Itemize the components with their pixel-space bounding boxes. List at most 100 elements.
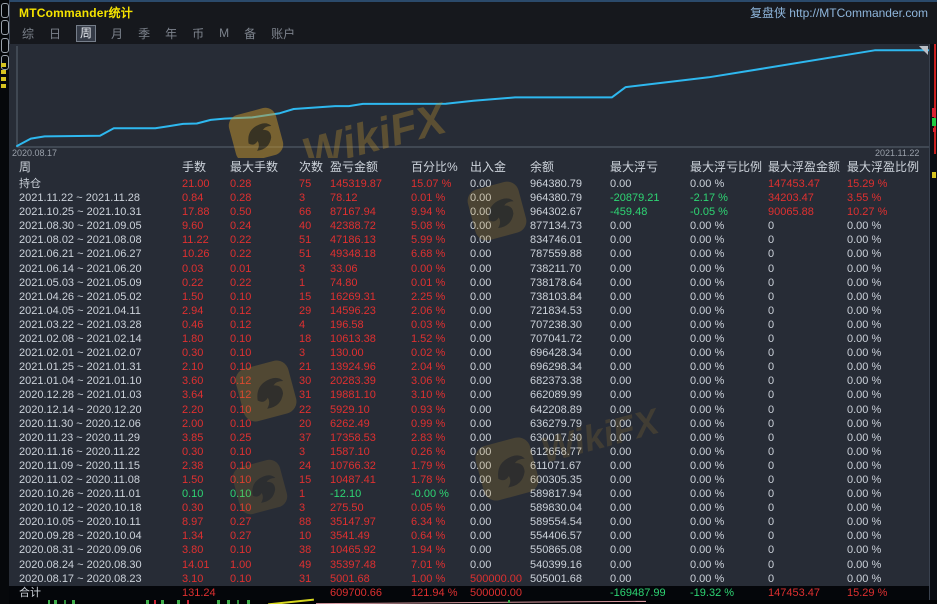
column-header[interactable]: 手数 — [182, 158, 230, 177]
table-cell: 0.10 — [230, 445, 299, 459]
edge-mark — [54, 600, 57, 604]
table-row[interactable]: 2020.09.28 ~ 2020.10.041.340.27103541.49… — [9, 529, 930, 543]
table-cell: 1.50 — [182, 473, 230, 487]
brand-link[interactable]: 复盘侠 http://MTCommander.com — [750, 4, 928, 21]
table-cell: 500000.00 — [470, 572, 530, 586]
chart-scroll-arrow[interactable] — [919, 46, 928, 55]
menu-item-季[interactable]: 季 — [138, 25, 150, 42]
table-row[interactable]: 2020.10.05 ~ 2020.10.118.970.278835147.9… — [9, 515, 930, 529]
menu-item-周[interactable]: 周 — [76, 25, 96, 42]
table-cell: 5929.10 — [330, 403, 411, 417]
edge-mark — [48, 600, 50, 604]
table-row[interactable]: 2020.11.23 ~ 2020.11.293.850.253717358.5… — [9, 431, 930, 445]
table-row[interactable]: 2020.12.28 ~ 2021.01.033.640.123119881.1… — [9, 388, 930, 402]
table-cell: 2020.12.28 ~ 2021.01.03 — [19, 388, 182, 402]
table-row[interactable]: 2021.02.08 ~ 2021.02.141.800.101810613.3… — [9, 332, 930, 346]
table-row[interactable]: 2021.04.05 ~ 2021.04.112.940.122914596.2… — [9, 304, 930, 318]
column-header[interactable]: 次数 — [299, 158, 330, 177]
table-row[interactable]: 2021.01.25 ~ 2021.01.312.100.102113924.9… — [9, 360, 930, 374]
column-header[interactable]: 最大浮盈金额 — [768, 158, 847, 177]
table-row[interactable]: 2021.04.26 ~ 2021.05.021.500.101516269.3… — [9, 290, 930, 304]
table-cell: 0.93 % — [411, 403, 470, 417]
table-row[interactable]: 2020.10.26 ~ 2020.11.010.100.101-12.10-0… — [9, 487, 930, 501]
table-row[interactable]: 2021.11.22 ~ 2021.11.280.840.28378.120.0… — [9, 191, 930, 205]
table-cell: 0.46 — [182, 318, 230, 332]
table-row[interactable]: 2021.06.21 ~ 2021.06.2710.260.225149348.… — [9, 247, 930, 261]
menu-item-M[interactable]: M — [219, 26, 229, 40]
table-cell: 0.12 — [230, 318, 299, 332]
table-row[interactable]: 2020.12.14 ~ 2020.12.202.200.10225929.10… — [9, 403, 930, 417]
menu-item-月[interactable]: 月 — [111, 25, 123, 42]
table-row[interactable]: 2020.11.09 ~ 2020.11.152.380.102410766.3… — [9, 459, 930, 473]
table-row[interactable]: 2020.08.24 ~ 2020.08.3014.011.004935397.… — [9, 558, 930, 572]
table-cell: 0.12 — [230, 304, 299, 318]
table-cell: 0.00 — [610, 403, 690, 417]
table-row[interactable]: 2021.10.25 ~ 2021.10.3117.880.506687167.… — [9, 205, 930, 219]
table-cell: 14.01 — [182, 558, 230, 572]
column-header[interactable]: 周 — [19, 158, 182, 177]
menu-item-日[interactable]: 日 — [49, 25, 61, 42]
table-cell: 90065.88 — [768, 205, 847, 219]
table-cell: 0.00 — [470, 445, 530, 459]
column-header[interactable]: 出入金 — [470, 158, 530, 177]
table-row[interactable]: 2020.11.02 ~ 2020.11.081.500.101510487.4… — [9, 473, 930, 487]
table-row[interactable]: 2020.11.30 ~ 2020.12.062.000.10206262.49… — [9, 417, 930, 431]
edge-mark — [187, 600, 189, 604]
table-cell: 0.10 — [230, 501, 299, 515]
equity-curve-chart: WikiFX 2020.08.17 2021.11.22 — [9, 44, 930, 158]
table-cell: 0.00 % — [690, 529, 768, 543]
menu-item-综[interactable]: 综 — [22, 25, 34, 42]
table-row[interactable]: 2021.08.02 ~ 2021.08.0811.220.225147186.… — [9, 233, 930, 247]
table-cell: 35397.48 — [330, 558, 411, 572]
table-cell: 0.00 % — [847, 572, 927, 586]
column-header[interactable]: 最大浮盈比例 — [847, 158, 927, 177]
table-row[interactable]: 持仓21.000.2875145319.8715.07 %0.00964380.… — [9, 177, 930, 191]
table-row[interactable]: 2020.11.16 ~ 2020.11.220.300.1031587.100… — [9, 445, 930, 459]
table-cell: 589830.04 — [530, 501, 610, 515]
table-row[interactable]: 2021.06.14 ~ 2021.06.200.030.01333.060.0… — [9, 262, 930, 276]
table-cell: 0 — [768, 501, 847, 515]
title-bar[interactable]: MTCommander统计 复盘侠 http://MTCommander.com — [9, 0, 937, 22]
table-cell: 964302.67 — [530, 205, 610, 219]
menu-item-币[interactable]: 币 — [192, 25, 204, 42]
column-header[interactable]: 最大浮亏 — [610, 158, 690, 177]
table-cell: 40 — [299, 219, 330, 233]
column-header[interactable]: 最大手数 — [230, 158, 299, 177]
table-cell: 2021.05.03 ~ 2021.05.09 — [19, 276, 182, 290]
table-row[interactable]: 2020.10.12 ~ 2020.10.180.300.103275.500.… — [9, 501, 930, 515]
table-cell: 147453.47 — [768, 177, 847, 191]
table-cell: 0.00 — [470, 473, 530, 487]
table-cell: 0.00 — [610, 445, 690, 459]
table-total-row[interactable]: 合计131.24609700.66121.94 %500000.00-16948… — [9, 586, 930, 601]
menu-item-备[interactable]: 备 — [244, 25, 256, 42]
table-cell: 47186.13 — [330, 233, 411, 247]
column-header[interactable]: 最大浮亏比例 — [690, 158, 768, 177]
column-header[interactable]: 余额 — [530, 158, 610, 177]
table-cell: 738103.84 — [530, 290, 610, 304]
column-header[interactable]: 百分比% — [411, 158, 470, 177]
menu-item-账户[interactable]: 账户 — [271, 25, 295, 42]
table-cell: 0 — [768, 262, 847, 276]
menu-item-年[interactable]: 年 — [165, 25, 177, 42]
table-cell: 0.00 — [610, 388, 690, 402]
table-cell: 0.00 — [610, 304, 690, 318]
table-row[interactable]: 2020.08.17 ~ 2020.08.233.100.10315001.68… — [9, 572, 930, 586]
table-cell: 0.00 % — [847, 431, 927, 445]
table-cell: 2021.03.22 ~ 2021.03.28 — [19, 318, 182, 332]
table-row[interactable]: 2021.05.03 ~ 2021.05.090.220.22174.800.0… — [9, 276, 930, 290]
column-header[interactable]: 盈亏金额 — [330, 158, 411, 177]
table-row[interactable]: 2021.01.04 ~ 2021.01.103.600.123020283.3… — [9, 374, 930, 388]
table-cell: 0.00 — [610, 558, 690, 572]
table-cell: 5001.68 — [330, 572, 411, 586]
table-cell: 707041.72 — [530, 332, 610, 346]
table-cell: 0.00 % — [847, 276, 927, 290]
table-cell: 2020.10.26 ~ 2020.11.01 — [19, 487, 182, 501]
table-row[interactable]: 2021.02.01 ~ 2021.02.070.300.103130.000.… — [9, 346, 930, 360]
table-cell: 0.22 — [182, 276, 230, 290]
table-cell: 0.00 % — [847, 403, 927, 417]
table-cell: 0.00 — [470, 318, 530, 332]
table-row[interactable]: 2020.08.31 ~ 2020.09.063.800.103810465.9… — [9, 543, 930, 557]
table-row[interactable]: 2021.03.22 ~ 2021.03.280.460.124196.580.… — [9, 318, 930, 332]
table-row[interactable]: 2021.08.30 ~ 2021.09.059.600.244042388.7… — [9, 219, 930, 233]
table-cell: 15 — [299, 473, 330, 487]
